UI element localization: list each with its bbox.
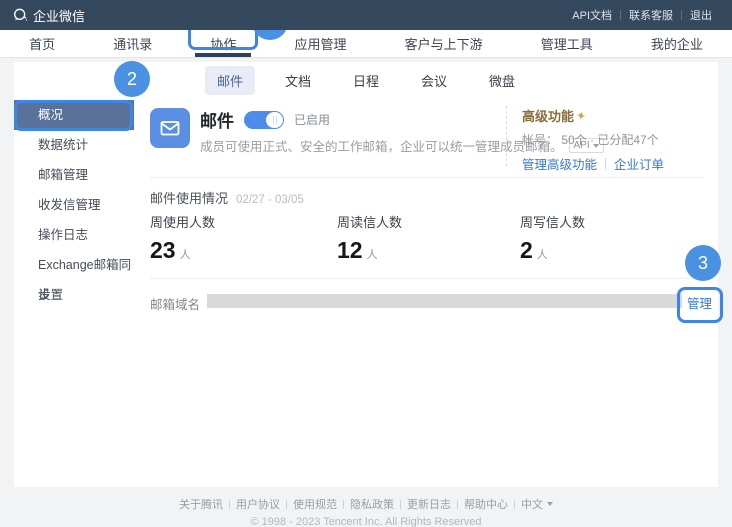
mail-domain-row: 邮箱域名 管理 (134, 290, 718, 314)
envelope-icon (158, 116, 182, 140)
nav-item-my-company[interactable]: 我的企业 (641, 30, 713, 57)
api-docs-link[interactable]: API文档 (564, 7, 620, 23)
wecom-admin-screen: 企业微信 API文档 联系客服 退出 首页 通讯录 协作 1 应用管理 客户与上… (0, 0, 732, 527)
premium-accounts-line: 帐号： 50个 · 已分配47个 (522, 131, 664, 148)
privacy-policy-link[interactable]: 隐私政策 (344, 496, 400, 512)
logout-link[interactable]: 退出 (682, 7, 720, 23)
tab-meeting[interactable]: 会议 (409, 66, 459, 95)
nav-item-admin-tools[interactable]: 管理工具 (531, 30, 603, 57)
footer-links: 关于腾讯 用户协议 使用规范 隐私政策 更新日志 帮助中心 中文 (0, 496, 732, 512)
primary-nav: 首页 通讯录 协作 1 应用管理 客户与上下游 管理工具 我的企业 (0, 30, 732, 58)
top-bar: 企业微信 API文档 联系客服 退出 (0, 0, 732, 30)
sidebar-item-exchange-sync[interactable]: Exchange邮箱同步 (14, 250, 134, 280)
stat-unit: 人 (537, 246, 548, 262)
mail-enabled-toggle[interactable] (244, 111, 284, 129)
logo-text: 企业微信 (33, 6, 85, 25)
chevron-down-icon (547, 502, 553, 506)
nav-item-home[interactable]: 首页 (19, 30, 65, 57)
redacted-domain-value (207, 294, 682, 308)
premium-title-row: 高级功能 ✦ (522, 106, 664, 125)
about-tencent-link[interactable]: 关于腾讯 (173, 496, 229, 512)
toggle-knob (266, 112, 283, 128)
stat-label: 周使用人数 (150, 212, 215, 231)
sidebar: 概况 数据统计 邮箱管理 收发信管理 操作日志 Exchange邮箱同步 设置 (14, 100, 134, 487)
usage-rules-link[interactable]: 使用规范 (287, 496, 343, 512)
stat-unit: 人 (180, 246, 191, 262)
divider (150, 278, 704, 279)
stat-value: 12 (337, 237, 363, 264)
divider (605, 158, 606, 169)
stat-label: 周写信人数 (520, 212, 585, 231)
mail-status-label: 已启用 (294, 111, 330, 128)
sidebar-item-mailbox-management[interactable]: 邮箱管理 (14, 160, 134, 190)
nav-item-contacts[interactable]: 通讯录 (103, 30, 162, 57)
language-label: 中文 (521, 496, 543, 512)
annotation-badge-2: 2 (114, 61, 150, 97)
active-nav-underline (195, 53, 251, 57)
stat-unit: 人 (367, 246, 378, 262)
tab-drive[interactable]: 微盘 (477, 66, 527, 95)
company-orders-link[interactable]: 企业订单 (614, 154, 664, 173)
premium-links-row: 管理高级功能 企业订单 (522, 154, 664, 173)
divider (150, 177, 704, 178)
stat-label: 周读信人数 (337, 212, 402, 231)
language-selector[interactable]: 中文 (515, 496, 559, 512)
stat-value: 2 (520, 237, 533, 264)
help-center-link[interactable]: 帮助中心 (458, 496, 514, 512)
premium-title: 高级功能 (522, 106, 574, 125)
sparkle-icon: ✦ (575, 108, 588, 124)
wecom-logo[interactable]: 企业微信 (12, 6, 85, 25)
topbar-links: API文档 联系客服 退出 (564, 7, 720, 23)
stat-value: 23 (150, 237, 176, 264)
stat-weekly-users: 周使用人数 23 人 (150, 212, 215, 264)
premium-features-block: 高级功能 ✦ 帐号： 50个 · 已分配47个 管理高级功能 企业订单 (506, 106, 664, 166)
nav-item-apps[interactable]: 应用管理 (284, 30, 356, 57)
user-agreement-link[interactable]: 用户协议 (230, 496, 286, 512)
mail-app-icon (150, 108, 190, 148)
tab-docs[interactable]: 文档 (273, 66, 323, 95)
contact-support-link[interactable]: 联系客服 (621, 7, 681, 23)
sidebar-item-overview[interactable]: 概况 (14, 100, 134, 130)
usage-title: 邮件使用情况 (150, 188, 228, 207)
changelog-link[interactable]: 更新日志 (401, 496, 457, 512)
content-panel: 邮件 文档 日程 会议 微盘 概况 数据统计 邮箱管理 收发信管理 操作日志 E… (14, 62, 718, 487)
mail-header: 邮件 已启用 (200, 107, 330, 132)
stat-weekly-readers: 周读信人数 12 人 (337, 212, 402, 264)
nav-item-collaboration[interactable]: 协作 1 (200, 30, 246, 57)
manage-premium-link[interactable]: 管理高级功能 (522, 154, 597, 173)
copyright-line: © 1998 - 2023 Tencent Inc. All Rights Re… (0, 516, 732, 527)
sidebar-item-send-receive[interactable]: 收发信管理 (14, 190, 134, 220)
nav-item-collaboration-label: 协作 (210, 34, 236, 53)
main-content: 邮件 已启用 成员可使用正式、安全的工作邮箱，企业可以统一管理成员邮箱。 API… (134, 100, 718, 487)
annotation-badge-3: 3 (685, 245, 721, 281)
stat-weekly-writers: 周写信人数 2 人 (520, 212, 585, 264)
sidebar-item-operation-log[interactable]: 操作日志 (14, 220, 134, 250)
usage-date-range: 02/27 - 03/05 (236, 194, 304, 206)
usage-section-title-row: 邮件使用情况 02/27 - 03/05 (150, 188, 304, 207)
sidebar-item-settings[interactable]: 设置 (14, 280, 134, 310)
mail-title: 邮件 (200, 107, 234, 132)
tab-calendar[interactable]: 日程 (341, 66, 391, 95)
footer: 关于腾讯 用户协议 使用规范 隐私政策 更新日志 帮助中心 中文 © 1998 … (0, 496, 732, 527)
tab-mail[interactable]: 邮件 (205, 66, 255, 95)
sidebar-item-statistics[interactable]: 数据统计 (14, 130, 134, 160)
chat-bubble-icon (12, 7, 28, 23)
nav-item-customers[interactable]: 客户与上下游 (395, 30, 493, 57)
manage-domain-link[interactable]: 管理 (687, 293, 712, 312)
domain-label: 邮箱域名 (150, 294, 200, 313)
